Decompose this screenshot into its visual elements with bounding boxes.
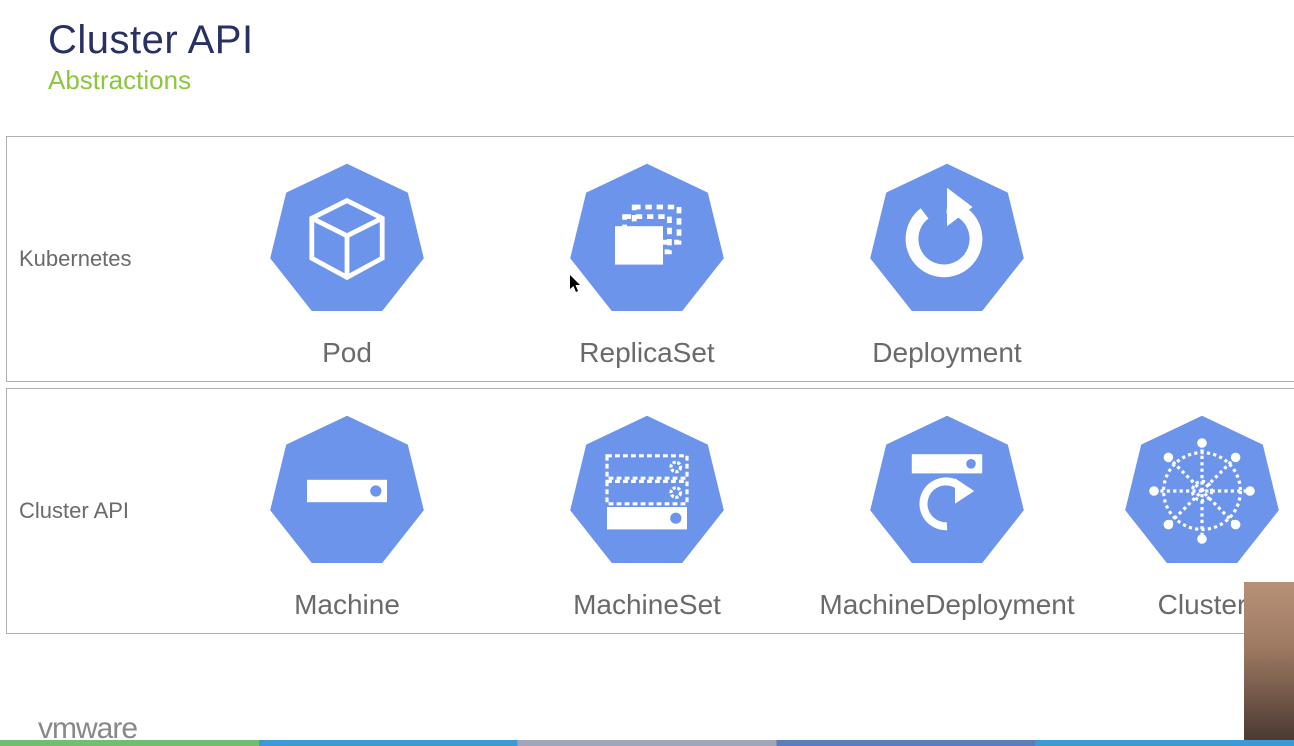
slide-title: Cluster API	[48, 18, 1294, 63]
abstraction-rows: Kubernetes Pod ReplicaSet Deployment	[0, 136, 1294, 634]
cluster-icon	[1122, 411, 1282, 571]
machine-icon	[267, 411, 427, 571]
item-machineset: MachineSet	[497, 411, 797, 621]
item-label: Cluster	[1158, 589, 1247, 621]
item-deployment: Deployment	[797, 159, 1097, 369]
row-kubernetes: Kubernetes Pod ReplicaSet Deployment	[6, 136, 1294, 382]
row-clusterapi: Cluster API Machine MachineSet MachineDe…	[6, 388, 1294, 634]
webcam-overlay	[1244, 582, 1294, 740]
item-label: ReplicaSet	[579, 337, 714, 369]
item-pod: Pod	[197, 159, 497, 369]
item-label: MachineSet	[573, 589, 721, 621]
item-replicaset: ReplicaSet	[497, 159, 797, 369]
slide-subtitle: Abstractions	[48, 65, 1294, 96]
pod-icon	[267, 159, 427, 319]
row-items: Machine MachineSet MachineDeployment Clu…	[197, 389, 1294, 633]
slide-header: Cluster API Abstractions	[0, 0, 1294, 96]
replicaset-icon	[567, 159, 727, 319]
machineset-icon	[567, 411, 727, 571]
row-label-kubernetes: Kubernetes	[7, 246, 197, 272]
item-label: Deployment	[872, 337, 1021, 369]
machinedeployment-icon	[867, 411, 1027, 571]
row-items: Pod ReplicaSet Deployment	[197, 137, 1294, 381]
deployment-icon	[867, 159, 1027, 319]
item-label: MachineDeployment	[819, 589, 1074, 621]
item-label: Machine	[294, 589, 400, 621]
item-machinedeployment: MachineDeployment	[797, 411, 1097, 621]
item-label: Pod	[322, 337, 372, 369]
row-label-clusterapi: Cluster API	[7, 498, 197, 524]
item-machine: Machine	[197, 411, 497, 621]
footer-color-bar	[0, 740, 1294, 746]
